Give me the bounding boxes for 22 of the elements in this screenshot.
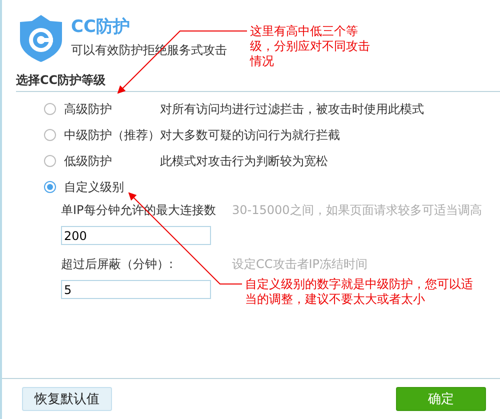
level-description: 此模式对攻击行为判断较为宽松 bbox=[160, 152, 328, 170]
level-description: 对所有访问均进行过滤拦击，被攻击时使用此模式 bbox=[160, 100, 424, 118]
radio-label[interactable]: 低级防护 bbox=[64, 152, 160, 170]
radio-button[interactable] bbox=[44, 129, 56, 141]
page-title: CC防护 bbox=[71, 17, 131, 37]
radio-button[interactable] bbox=[44, 103, 56, 115]
radio-label[interactable]: 中级防护（推荐） bbox=[64, 126, 160, 144]
radio-label[interactable]: 高级防护 bbox=[64, 100, 160, 118]
reset-button[interactable]: 恢复默认值 bbox=[22, 387, 112, 411]
field-hint: 30-15000之间，如果页面请求较多可适当调高 bbox=[232, 202, 482, 218]
annotation-note: 这里有高中低三个等级，分别应对不同攻击情况 bbox=[250, 24, 371, 69]
section-title: 选择CC防护等级 bbox=[16, 72, 500, 92]
level-description: 对大多数可疑的访问行为就行拦截 bbox=[160, 126, 340, 144]
input-field[interactable]: 200 bbox=[61, 226, 211, 245]
radio-button[interactable] bbox=[44, 181, 56, 193]
input-field[interactable]: 5 bbox=[61, 280, 211, 299]
shield-icon bbox=[19, 14, 63, 62]
radio-button[interactable] bbox=[44, 155, 56, 167]
field-hint: 设定CC攻击者IP冻结时间 bbox=[232, 256, 368, 272]
field-label: 超过后屏蔽（分钟）: bbox=[61, 256, 174, 272]
annotation-note: 自定义级别的数字就是中级防护，您可以适当的调整，建议不要太大或者太小 bbox=[245, 277, 474, 307]
radio-label[interactable]: 自定义级别 bbox=[64, 178, 160, 196]
